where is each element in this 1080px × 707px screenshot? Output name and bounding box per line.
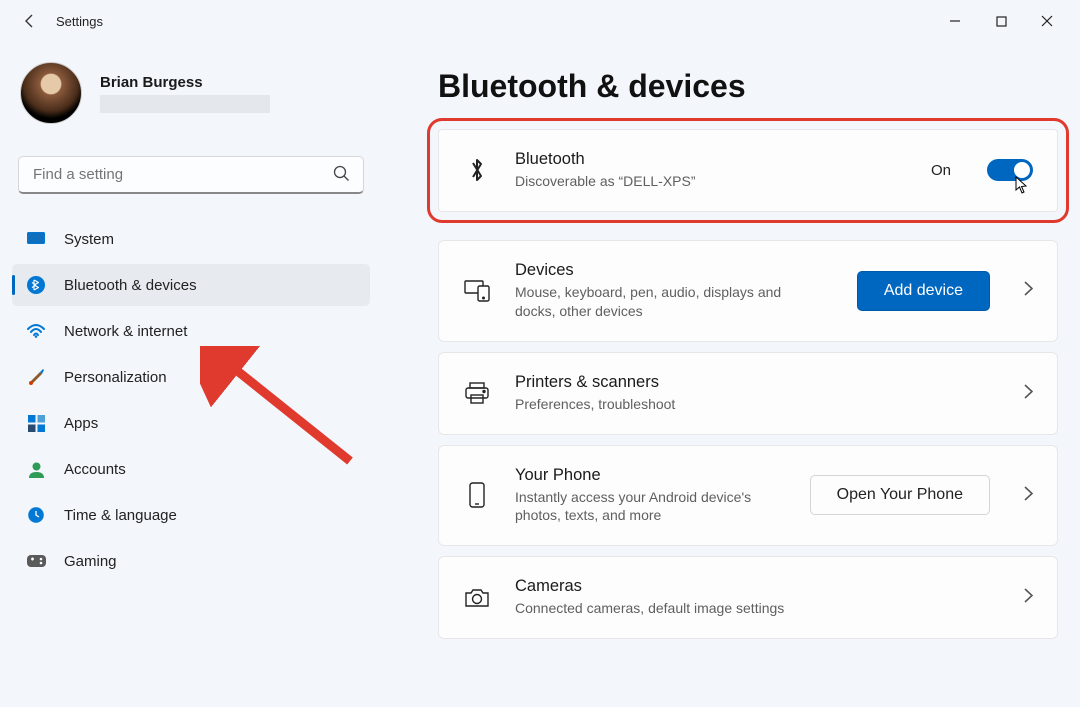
sidebar-item-apps[interactable]: Apps [12,402,370,444]
avatar [20,62,82,124]
printer-icon [463,382,491,404]
main-panel: Bluetooth & devices Bluetooth Discoverab… [380,42,1080,707]
sidebar-item-time-language[interactable]: Time & language [12,494,370,536]
minimize-button[interactable] [932,2,978,40]
back-button[interactable] [10,1,50,41]
sidebar-item-label: Apps [64,415,98,432]
titlebar: Settings [0,0,1080,42]
sidebar-item-bluetooth-devices[interactable]: Bluetooth & devices [12,264,370,306]
sidebar-item-label: Bluetooth & devices [64,277,197,294]
system-icon [26,229,46,249]
sidebar-item-label: System [64,231,114,248]
card-title: Your Phone [515,466,786,485]
gaming-icon [26,551,46,571]
minimize-icon [949,15,961,27]
arrow-left-icon [22,13,38,29]
card-title: Cameras [515,577,990,596]
sidebar-item-label: Accounts [64,461,126,478]
settings-window: Settings Brian Burgess [0,0,1080,707]
chevron-right-icon [1024,383,1033,404]
camera-icon [463,588,491,608]
card-title: Devices [515,261,833,280]
chevron-right-icon [1024,485,1033,506]
phone-icon [463,482,491,508]
nav-list: System Bluetooth & devices Network & int… [12,218,370,582]
card-subtitle: Instantly access your Android device's p… [515,488,786,526]
toggle-state-label: On [931,162,951,179]
sidebar-item-accounts[interactable]: Accounts [12,448,370,490]
sidebar: Brian Burgess System [0,42,380,707]
card-your-phone[interactable]: Your Phone Instantly access your Android… [438,445,1058,547]
sidebar-item-personalization[interactable]: Personalization [12,356,370,398]
sidebar-item-network[interactable]: Network & internet [12,310,370,352]
window-controls [932,2,1070,40]
card-printers[interactable]: Printers & scanners Preferences, trouble… [438,352,1058,435]
wifi-icon [26,321,46,341]
card-subtitle: Preferences, troubleshoot [515,395,990,414]
sidebar-item-label: Personalization [64,369,167,386]
page-title: Bluetooth & devices [438,68,1058,105]
chevron-right-icon [1024,587,1033,608]
card-title: Printers & scanners [515,373,990,392]
bluetooth-toggle[interactable] [987,159,1033,181]
sidebar-item-gaming[interactable]: Gaming [12,540,370,582]
apps-icon [26,413,46,433]
search-input[interactable] [18,156,364,194]
maximize-button[interactable] [978,2,1024,40]
search-icon [333,165,350,187]
globe-clock-icon [26,505,46,525]
card-devices[interactable]: Devices Mouse, keyboard, pen, audio, dis… [438,240,1058,342]
card-bluetooth[interactable]: Bluetooth Discoverable as “DELL-XPS” On [438,129,1058,212]
bluetooth-glyph-icon [463,157,491,183]
close-button[interactable] [1024,2,1070,40]
account-header[interactable]: Brian Burgess [12,56,370,134]
sidebar-item-label: Gaming [64,553,117,570]
sidebar-item-system[interactable]: System [12,218,370,260]
person-icon [26,459,46,479]
add-device-button[interactable]: Add device [857,271,990,311]
account-name: Brian Burgess [100,74,270,91]
card-subtitle: Discoverable as “DELL-XPS” [515,172,907,191]
brush-icon [26,367,46,387]
search-wrap [18,156,364,194]
sidebar-item-label: Network & internet [64,323,187,340]
card-cameras[interactable]: Cameras Connected cameras, default image… [438,556,1058,639]
app-title: Settings [56,14,103,29]
maximize-icon [996,16,1007,27]
card-subtitle: Connected cameras, default image setting… [515,599,990,618]
card-title: Bluetooth [515,150,907,169]
bluetooth-icon [26,275,46,295]
card-subtitle: Mouse, keyboard, pen, audio, displays an… [515,283,795,321]
content-area: Brian Burgess System [0,42,1080,707]
devices-icon [463,280,491,302]
sidebar-item-label: Time & language [64,507,177,524]
open-your-phone-button[interactable]: Open Your Phone [810,475,990,515]
account-email-redacted [100,95,270,113]
chevron-right-icon [1024,280,1033,301]
close-icon [1041,15,1053,27]
